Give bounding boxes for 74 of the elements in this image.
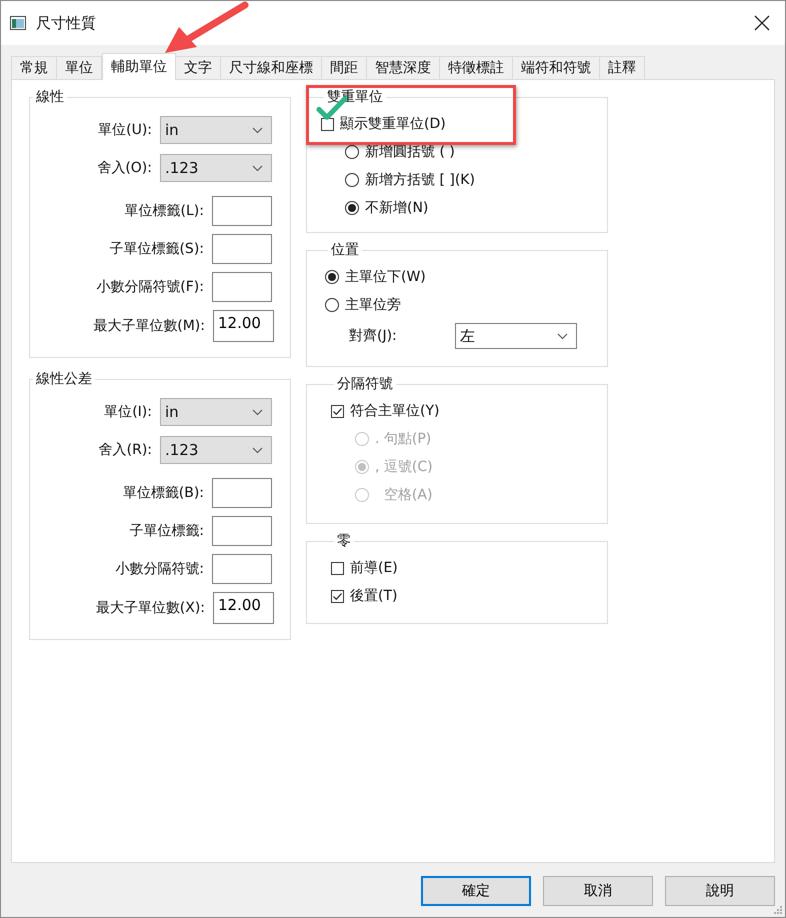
chevron-down-icon	[252, 446, 263, 454]
radio-label: 新增圓括號 ( )	[365, 143, 455, 161]
group-title: 位置	[330, 241, 360, 259]
group-title: 線性公差	[35, 370, 93, 388]
field-label: 單位標籤(L):	[124, 202, 204, 220]
radio-label: 主單位旁	[345, 296, 401, 314]
radio-button[interactable]	[325, 298, 339, 312]
tab[interactable]: 特徵標註	[440, 56, 513, 79]
resize-grip-icon[interactable]	[773, 905, 783, 915]
tab[interactable]: 端符和符號	[513, 56, 600, 79]
field-label: 單位(I):	[104, 403, 152, 421]
tab[interactable]: 單位	[57, 56, 102, 79]
checkbox-label: 符合主單位(Y)	[350, 402, 440, 420]
group-title: 線性	[35, 88, 65, 106]
radio-label: . 句點(P)	[375, 430, 432, 448]
radio-button[interactable]	[325, 270, 339, 284]
field-label: 小數分隔符號(F):	[96, 278, 204, 296]
checkbox[interactable]	[331, 590, 344, 602]
chevron-down-icon	[252, 164, 263, 172]
checkbox[interactable]	[331, 404, 344, 418]
input-field[interactable]: 12.00	[213, 310, 274, 342]
checkbox-label: 前導(E)	[350, 559, 398, 577]
radio-button[interactable]	[345, 201, 359, 215]
dropdown[interactable]: .123	[160, 154, 272, 182]
dropdown[interactable]: .123	[160, 436, 272, 464]
field-label: 最大子單位數(X):	[96, 599, 205, 617]
dropdown[interactable]: 左	[455, 323, 577, 349]
input-field[interactable]	[212, 272, 272, 302]
checkbox[interactable]	[331, 562, 344, 574]
dropdown[interactable]: in	[160, 398, 272, 426]
tab[interactable]: 輔助單位	[102, 53, 176, 80]
tab[interactable]: 智慧深度	[367, 56, 440, 79]
input-field[interactable]	[212, 196, 272, 226]
close-icon	[754, 15, 770, 31]
field-label: 最大子單位數(M):	[93, 317, 205, 335]
radio-label: 主單位下(W)	[345, 268, 426, 286]
field-label: 小數分隔符號:	[115, 560, 204, 578]
radio-button[interactable]	[345, 173, 359, 187]
tab[interactable]: 尺寸線和座標	[221, 56, 322, 79]
dropdown[interactable]: in	[160, 116, 272, 144]
radio-label: 不新增(N)	[365, 199, 428, 217]
radio-label: , 逗號(C)	[375, 458, 433, 476]
chevron-down-icon	[557, 332, 568, 340]
dialog-button[interactable]: 說明	[665, 876, 775, 906]
input-field[interactable]	[212, 478, 272, 508]
tab[interactable]: 註釋	[600, 56, 645, 79]
tab[interactable]: 常規	[11, 56, 57, 79]
field-label: 單位標籤(B):	[122, 484, 204, 502]
input-field[interactable]: 12.00	[213, 592, 274, 624]
field-label: 單位(U):	[98, 121, 152, 139]
field-label: 子單位標籤:	[129, 522, 204, 540]
input-field[interactable]	[212, 516, 272, 546]
checkbox-label: 後置(T)	[350, 587, 398, 605]
chevron-down-icon	[252, 126, 263, 134]
radio-button[interactable]	[345, 145, 359, 159]
chevron-down-icon	[252, 408, 263, 416]
input-field[interactable]	[212, 234, 272, 264]
group-title: 分隔符號	[336, 375, 394, 393]
field-label: 對齊(J):	[349, 327, 398, 345]
tab[interactable]: 間距	[322, 56, 367, 79]
dialog-button[interactable]: 確定	[421, 876, 531, 906]
input-field[interactable]	[212, 554, 272, 584]
checkbox[interactable]	[321, 118, 334, 130]
field-label: 子單位標籤(S):	[109, 240, 204, 258]
dialog-button[interactable]: 取消	[543, 876, 653, 906]
app-icon	[10, 16, 26, 30]
group-title: 零	[336, 532, 352, 550]
tab[interactable]: 文字	[176, 56, 221, 79]
radio-label: 空格(A)	[382, 486, 432, 504]
radio-label: 新增方括號 [ ](K)	[365, 171, 475, 189]
field-label: 舍入(O):	[97, 159, 152, 177]
checkbox-label: 顯示雙重單位(D)	[340, 115, 446, 133]
window-title: 尺寸性質	[36, 14, 97, 32]
field-label: 舍入(R):	[98, 441, 152, 459]
